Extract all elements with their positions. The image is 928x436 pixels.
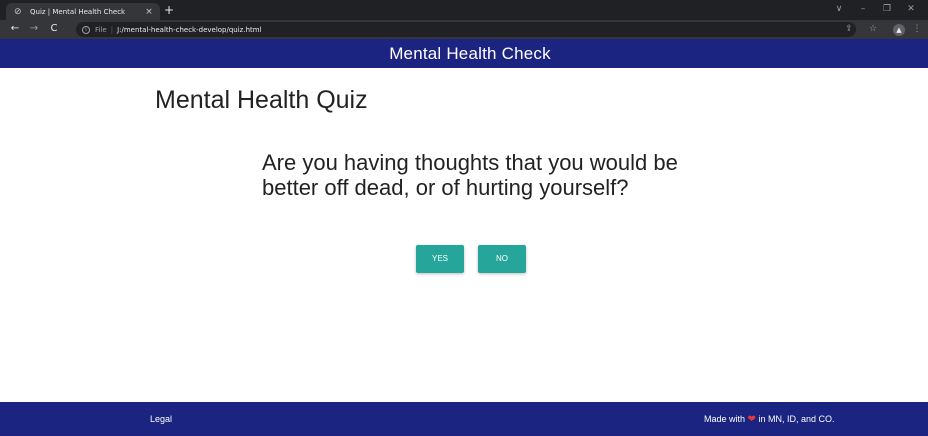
site-footer: Legal Made with ❤ in MN, ID, and CO. (0, 402, 928, 436)
new-tab-button[interactable]: + (164, 3, 174, 17)
site-header: Mental Health Check (0, 39, 928, 68)
made-with-prefix: Made with (704, 414, 746, 424)
browser-tab-strip: ⊘ Quiz | Mental Health Check × + ∨ – ❐ ✕ (0, 0, 928, 20)
url-scheme: File (95, 25, 107, 34)
url-separator: | (110, 25, 114, 34)
restore-icon[interactable]: ❐ (880, 3, 894, 15)
globe-icon: ⊘ (14, 6, 22, 17)
tab-title: Quiz | Mental Health Check (30, 7, 126, 16)
close-window-icon[interactable]: ✕ (904, 3, 918, 15)
url-text: J:/mental-health-check-develop/quiz.html (117, 25, 262, 34)
made-with-text: Made with ❤ in MN, ID, and CO. (704, 414, 834, 425)
profile-avatar-icon[interactable]: ▲ (893, 24, 905, 36)
bookmark-star-icon[interactable]: ☆ (866, 22, 880, 36)
made-with-suffix: in MN, ID, and CO. (758, 414, 835, 424)
share-icon[interactable]: ⇪ (842, 22, 856, 36)
back-icon[interactable]: ← (8, 22, 22, 36)
page-title: Mental Health Quiz (155, 86, 368, 114)
browser-tab[interactable]: ⊘ Quiz | Mental Health Check × (6, 3, 160, 20)
tab-close-icon[interactable]: × (142, 7, 156, 17)
yes-button[interactable]: YES (416, 245, 464, 273)
minimize-icon[interactable]: – (856, 3, 870, 15)
address-bar[interactable]: i File | J:/mental-health-check-develop/… (76, 22, 856, 37)
info-icon[interactable]: i (82, 25, 90, 34)
tab-search-icon[interactable]: ∨ (832, 3, 846, 15)
heart-icon: ❤ (747, 414, 756, 425)
forward-icon[interactable]: → (27, 22, 41, 36)
browser-toolbar: ← → C i File | J:/mental-health-check-de… (0, 20, 928, 39)
site-title[interactable]: Mental Health Check (389, 44, 551, 64)
legal-link[interactable]: Legal (150, 414, 172, 424)
quiz-question: Are you having thoughts that you would b… (262, 150, 678, 200)
no-button[interactable]: NO (478, 245, 526, 273)
reload-icon[interactable]: C (47, 22, 61, 36)
browser-menu-icon[interactable]: ⋮ (910, 22, 924, 36)
